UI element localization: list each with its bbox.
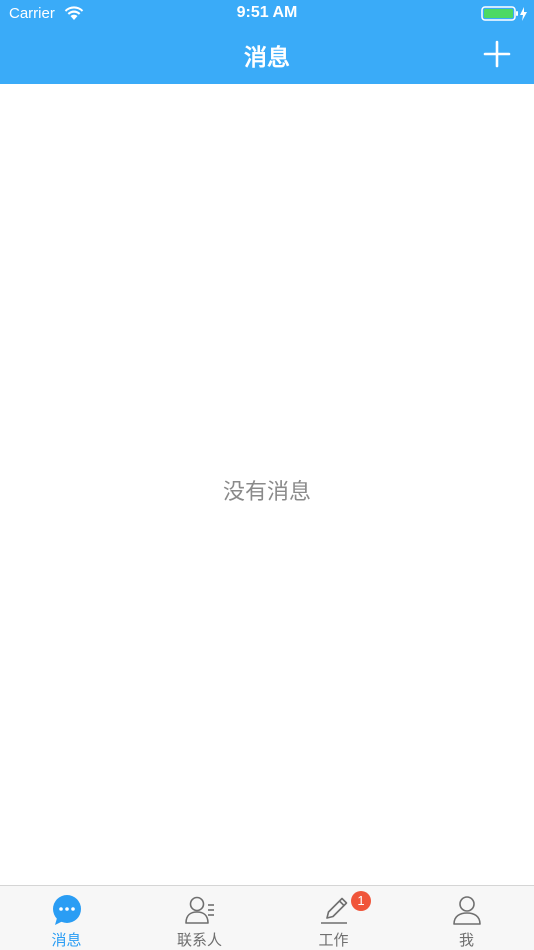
contacts-icon xyxy=(184,896,214,924)
tab-label-contacts: 联系人 xyxy=(176,931,222,949)
tab-label-messages: 消息 xyxy=(51,931,82,949)
messages-screen: Carrier 9:51 AM 消息 没有消息 消息 联系人 工作 我 1 xyxy=(0,0,534,950)
tab-contacts[interactable]: 联系人 xyxy=(133,886,266,950)
tab-label-me: 我 xyxy=(458,931,474,949)
tab-bar: 消息 联系人 工作 我 xyxy=(0,885,534,950)
tab-me[interactable]: 我 xyxy=(400,886,533,950)
plus-icon xyxy=(483,40,511,68)
header: Carrier 9:51 AM 消息 xyxy=(0,0,534,84)
tab-messages[interactable]: 消息 xyxy=(0,886,133,950)
clock: 9:51 AM xyxy=(236,4,298,21)
person-icon xyxy=(452,896,481,925)
tab-work[interactable]: 工作 xyxy=(267,886,400,950)
chat-bubble-icon xyxy=(52,895,81,925)
status-bar: Carrier 9:51 AM xyxy=(0,0,534,28)
tab-label-work: 工作 xyxy=(318,931,349,949)
page-title: 消息 xyxy=(244,45,290,71)
work-badge: 1 xyxy=(351,891,371,911)
add-button[interactable] xyxy=(482,39,512,69)
message-list: 没有消息 xyxy=(0,84,534,885)
pen-icon xyxy=(320,897,347,924)
battery-icon xyxy=(481,6,527,21)
empty-state-text: 没有消息 xyxy=(222,480,311,505)
